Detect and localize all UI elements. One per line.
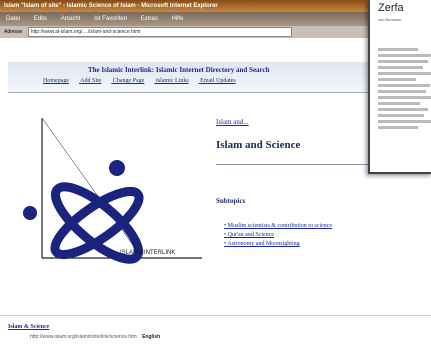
address-input[interactable]: http://www.al-islam.org/..../islam-and-s… [27, 26, 292, 37]
banner-link-homepage[interactable]: Homepage [43, 78, 69, 84]
menu-item-file[interactable]: Datei [6, 16, 20, 22]
site-logo: ISLAMICINTERLINK [23, 118, 202, 264]
overlay-window[interactable]: Zerfa von Benutzer [368, 0, 431, 174]
banner-link-change-page[interactable]: Change Page [113, 78, 145, 84]
banner-link-email-updates[interactable]: Email Updates [200, 78, 236, 84]
overlay-title: Zerfa [378, 2, 404, 14]
menu-item-tools[interactable]: Extras [141, 16, 158, 22]
banner-nav: Homepage Add Site Change Page Islamic Li… [43, 78, 246, 84]
banner-link-islamic-links[interactable]: Islamic Links [156, 78, 189, 84]
page-content: The Islamic Interlink: Islamic Internet … [0, 38, 431, 346]
page-title: Islam and Science [216, 139, 301, 151]
banner-link-add-site[interactable]: Add Site [80, 78, 101, 84]
overlay-subtitle: von Benutzer [378, 17, 402, 22]
subtopics-list: Muslim scientists & contribution to scie… [224, 223, 332, 250]
menu-item-view[interactable]: Ansicht [61, 16, 81, 22]
menu-item-favorites[interactable]: Ist Favoriten [94, 16, 127, 22]
address-bar: Adresse http://www.al-islam.org/..../isl… [0, 26, 431, 38]
subtopic-link-quran-science[interactable]: Qur'an and Science [224, 232, 332, 238]
footer-link[interactable]: Islam & Science [8, 324, 49, 330]
window-title: Islam "Islam of site" - Islamic Science … [0, 0, 431, 12]
subtopics-heading: Subtopics [216, 197, 246, 205]
address-label: Adresse [4, 29, 23, 35]
browser-window: Islam "Islam of site" - Islamic Science … [0, 0, 431, 346]
breadcrumb[interactable]: Islam and... [216, 118, 249, 126]
footer-url-text: http://www.islam.org/islamicinterlink/sc… [30, 334, 137, 340]
footer-url: http://www.islam.org/islamicinterlink/sc… [30, 334, 160, 340]
footer-divider [0, 315, 431, 316]
banner-title[interactable]: The Islamic Interlink: Islamic Internet … [88, 66, 270, 74]
menu-item-help[interactable]: Hilfe [171, 16, 183, 22]
subtopic-link-astronomy[interactable]: Astronomy and Moonsighting [224, 241, 332, 247]
subtopic-link-scientists[interactable]: Muslim scientists & contribution to scie… [224, 223, 333, 229]
menu-bar: Datei Edits Ansicht Ist Favoriten Extras… [0, 12, 431, 26]
logo-caption: ISLAMICINTERLINK [120, 250, 175, 256]
footer-language: English [142, 334, 161, 340]
overlay-text-block [378, 48, 431, 132]
menu-item-edit[interactable]: Edits [34, 16, 47, 22]
